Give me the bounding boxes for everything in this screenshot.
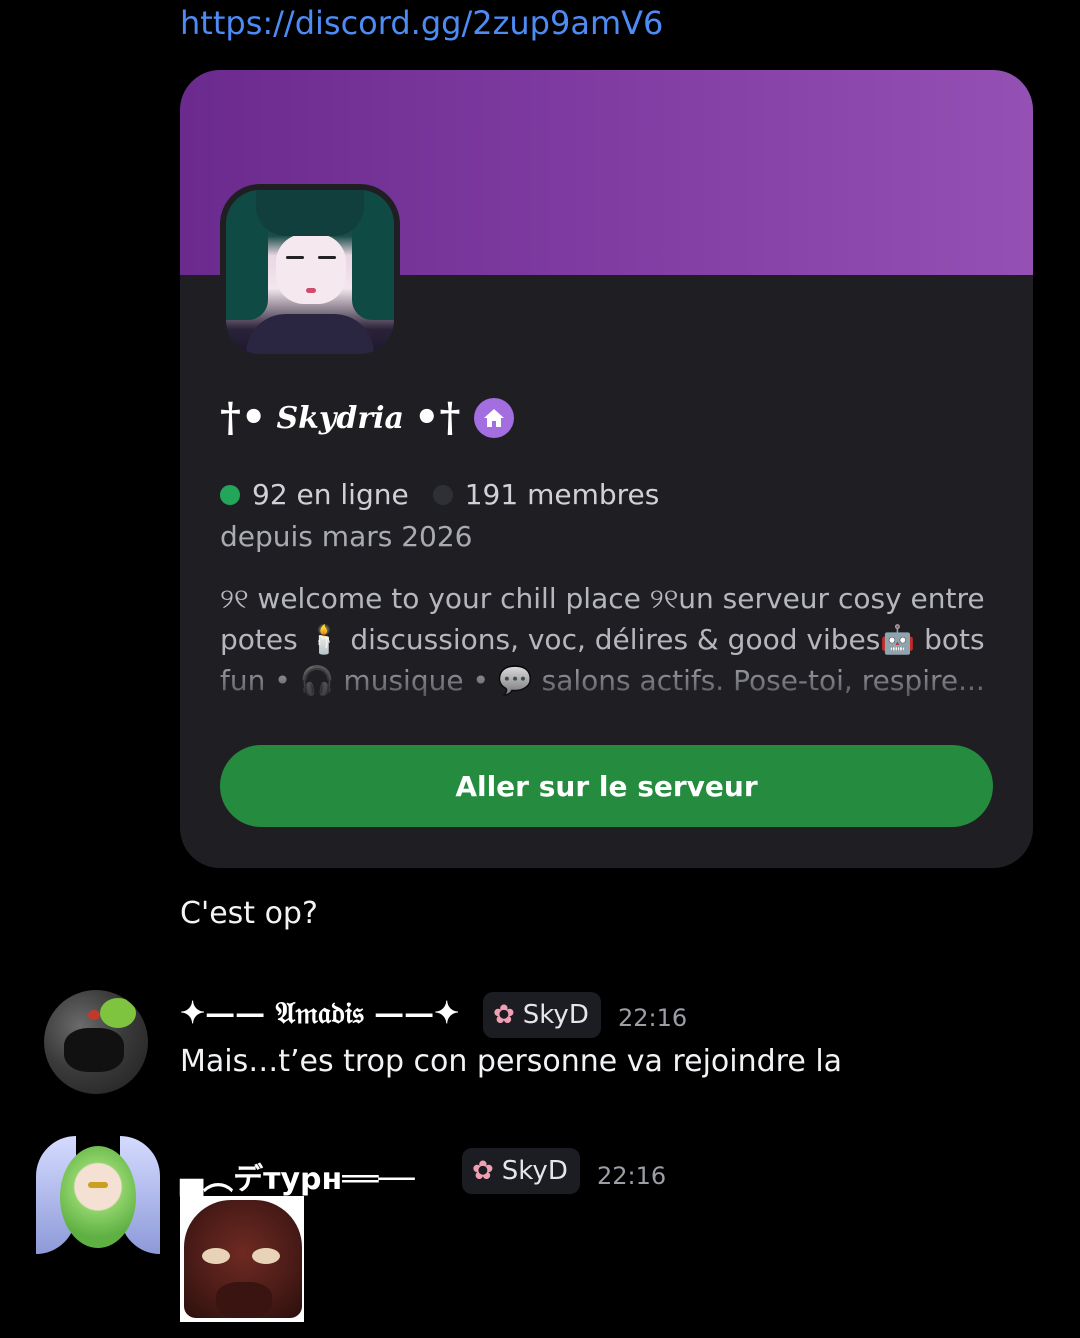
server-since: depuis mars 2026 bbox=[220, 520, 473, 553]
dagger-left-icon: †• bbox=[220, 394, 267, 441]
user-tag-label: SkyD bbox=[522, 1000, 589, 1030]
message-username[interactable]: ✦—— 𝔄𝔪𝔞𝔡𝔦𝔰 ——✦ bbox=[180, 996, 459, 1031]
message-username[interactable]: ▄︵デтурн══── bbox=[180, 1154, 414, 1198]
server-stats: 92 en ligne 191 membres bbox=[220, 478, 659, 511]
invite-link[interactable]: https://discord.gg/2zup9amV6 bbox=[180, 4, 663, 42]
message-timestamp: 22:16 bbox=[618, 1004, 688, 1032]
flower-icon: ✿ bbox=[493, 1000, 515, 1030]
user-tag-badge[interactable]: ✿ SkyD bbox=[483, 992, 601, 1038]
online-dot-icon bbox=[220, 484, 240, 505]
online-count: 92 en ligne bbox=[252, 478, 409, 511]
server-invite-card: †• Skydria •† 92 en ligne 191 membres de… bbox=[180, 70, 1033, 868]
server-name: †• Skydria •† bbox=[220, 388, 515, 448]
dagger-right-icon: •† bbox=[413, 394, 461, 441]
user-tag-badge[interactable]: ✿ SkyD bbox=[462, 1148, 580, 1194]
message-text: Mais…t’es trop con personne va rejoindre… bbox=[180, 1044, 843, 1079]
go-to-server-button[interactable]: Aller sur le serveur bbox=[220, 745, 993, 827]
server-icon[interactable] bbox=[220, 184, 400, 360]
avatar[interactable] bbox=[44, 990, 148, 1094]
message-text: C'est op? bbox=[180, 896, 318, 931]
message-timestamp: 22:16 bbox=[597, 1162, 667, 1190]
member-count: 191 membres bbox=[464, 478, 660, 511]
members-dot-icon bbox=[432, 484, 453, 505]
image-attachment[interactable] bbox=[180, 1196, 304, 1322]
home-icon bbox=[474, 398, 515, 438]
server-description: ୨୧ welcome to your chill place ୨୧un serv… bbox=[220, 582, 985, 697]
server-name-text: Skydria bbox=[276, 400, 404, 436]
avatar[interactable] bbox=[36, 1136, 160, 1260]
flower-icon: ✿ bbox=[472, 1156, 494, 1186]
user-tag-label: SkyD bbox=[501, 1156, 568, 1186]
